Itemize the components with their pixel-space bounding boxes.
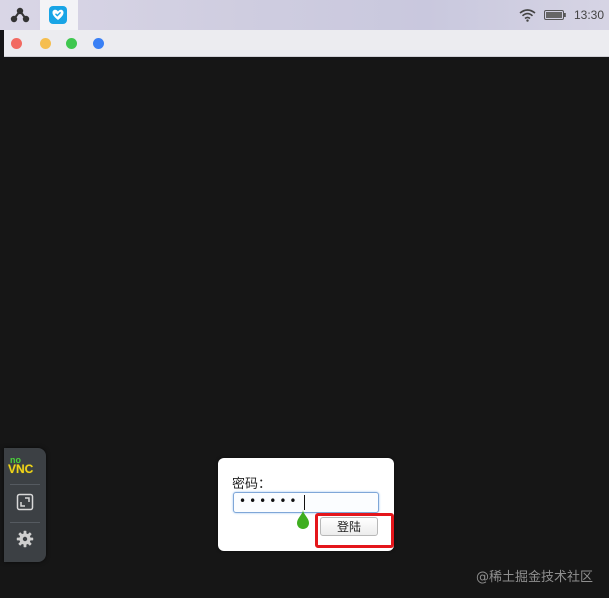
control-bar-divider [10,484,40,485]
watermark: @稀土掘金技术社区 [476,570,594,585]
settings-gear-icon [16,530,34,548]
heart-shield-icon [49,6,67,24]
maximize-window-button[interactable] [66,38,77,49]
system-top-bar: 13:30 [0,0,609,30]
screen: 13:30 no VNC 密码： •••••• 登陆 @稀土掘金技术社区 [0,0,609,598]
text-caret [304,495,305,510]
novnc-control-bar: no VNC [4,448,46,562]
control-bar-divider [10,522,40,523]
mouse-cursor-icon [297,510,309,529]
window-titlebar [4,30,609,57]
password-value: •••••• [239,494,300,508]
fullscreen-button[interactable] [11,488,39,516]
wifi-icon[interactable] [519,8,536,22]
password-dialog: 密码： •••••• 登陆 [218,458,394,551]
novnc-logo: no VNC [8,456,40,478]
minimize-window-button[interactable] [40,38,51,49]
clock: 13:30 [574,8,605,22]
launcher-icon[interactable] [10,7,30,23]
battery-icon[interactable] [544,10,566,20]
extra-window-button[interactable] [93,38,104,49]
settings-button[interactable] [11,525,39,553]
password-label: 密码： [232,477,272,492]
close-window-button[interactable] [11,38,22,49]
fullscreen-icon [16,493,34,511]
login-button[interactable]: 登陆 [320,517,378,536]
active-app-tab[interactable] [40,0,78,30]
novnc-logo-vnc: VNC [8,462,34,476]
